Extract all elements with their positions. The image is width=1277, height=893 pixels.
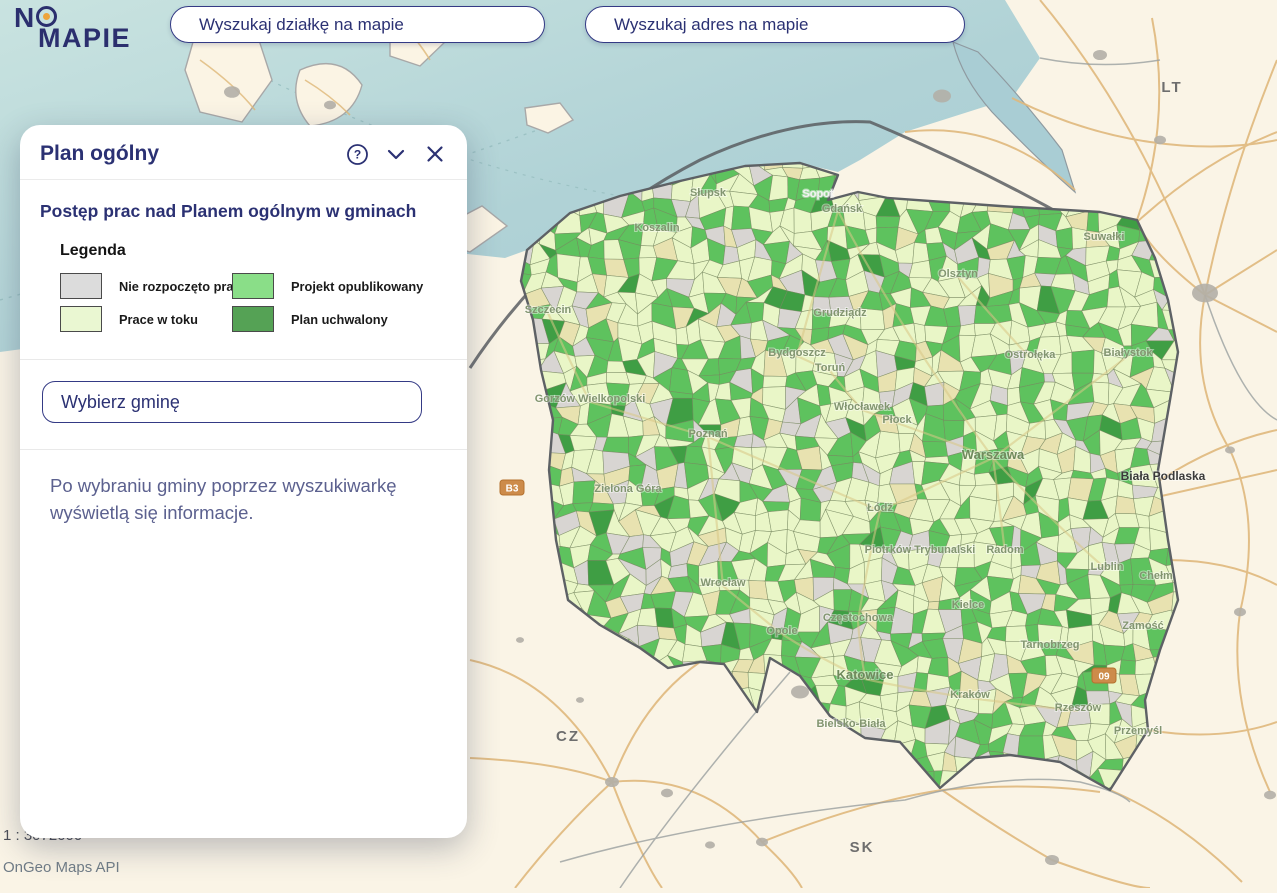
map-attribution[interactable]: OnGeo Maps API (3, 859, 120, 876)
legend-title: Legenda (60, 242, 447, 260)
legend-swatch (232, 273, 274, 299)
legend-swatch (232, 306, 274, 332)
city-label: Lublin (1091, 561, 1124, 573)
section-title: Postęp prac nad Planem ogólnym w gminach (40, 201, 447, 222)
city-label: Kielce (952, 599, 984, 611)
logo-letter: N (14, 4, 35, 32)
city-label: Zamość (1122, 620, 1164, 632)
panel-title: Plan ogólny (40, 142, 345, 166)
city-label: Szczecin (525, 304, 572, 316)
city-label: Opole (766, 625, 797, 637)
city-label: Piotrków Trybunalski (865, 544, 976, 556)
city-label: Olsztyn (938, 268, 978, 280)
city-label: Zielona Góra (594, 483, 662, 495)
chevron-down-icon[interactable] (384, 142, 408, 166)
city-label: Toruń (815, 362, 846, 374)
divider (20, 449, 467, 450)
city-label: Sopot (802, 188, 833, 200)
city-label: Wrocław (700, 577, 745, 589)
svg-text:B3: B3 (506, 484, 519, 495)
select-gmina-button[interactable]: Wybierz gminę (42, 381, 422, 423)
search-address-button[interactable]: Wyszukaj adres na mapie (585, 6, 965, 43)
city-label: Rzeszów (1055, 702, 1102, 714)
svg-text:?: ? (353, 147, 360, 161)
city-label: Bielsko-Biała (816, 718, 886, 730)
panel-info-text: Po wybraniu gminy poprzez wyszukiwarkę w… (50, 473, 427, 527)
road-badge: 09 (1092, 668, 1116, 683)
legend-label: Plan uchwalony (291, 312, 388, 327)
city-label: Biała Podlaska (1121, 469, 1206, 483)
city-label: Łódź (867, 502, 893, 514)
legend-swatch (60, 306, 102, 332)
city-label: Radom (986, 544, 1024, 556)
city-label: Katowice (836, 667, 893, 682)
panel-header: Plan ogólny ? (20, 125, 467, 180)
city-label: Częstochowa (823, 612, 894, 624)
legend-swatch (60, 273, 102, 299)
legend-item: Plan uchwalony (232, 306, 447, 332)
city-label: Suwałki (1084, 231, 1125, 243)
road-badge: B3 (500, 480, 524, 495)
legend-label: Prace w toku (119, 312, 198, 327)
plan-ogolny-panel: Plan ogólny ? Postęp prac nad Planem ogó… (20, 125, 467, 838)
city-label: Poznań (688, 428, 727, 440)
help-icon[interactable]: ? (345, 142, 369, 166)
city-label: Gdańsk (822, 203, 863, 215)
legend-item: Prace w toku (60, 306, 232, 332)
legend: Legenda Nie rozpoczęto prac Projekt opubl… (60, 242, 447, 332)
divider (20, 359, 467, 360)
city-label: Grudziądz (813, 307, 867, 319)
logo-word: MAPIE (38, 25, 131, 52)
legend-item: Nie rozpoczęto prac (60, 273, 232, 299)
close-icon[interactable] (423, 142, 447, 166)
city-label: Tarnobrzeg (1020, 639, 1079, 651)
location-dot-icon (43, 13, 50, 20)
legend-label: Nie rozpoczęto prac (119, 279, 241, 294)
legend-item: Projekt opublikowany (232, 273, 447, 299)
city-label: Ostrołęka (1005, 349, 1057, 361)
city-label: Chełm (1139, 570, 1173, 582)
country-label: LT (1161, 79, 1182, 96)
country-label: CZ (556, 728, 580, 745)
city-label: Bydgoszcz (768, 347, 826, 359)
location-ring-icon (36, 6, 57, 27)
city-label: Kraków (950, 689, 990, 701)
svg-text:09: 09 (1098, 672, 1110, 683)
city-label: Warszawa (962, 447, 1025, 462)
city-label: Słupsk (690, 187, 727, 199)
country-label: SK (850, 839, 875, 856)
legend-label: Projekt opublikowany (291, 279, 423, 294)
app-logo[interactable]: N MAPIE (14, 4, 131, 52)
city-label: Koszalin (634, 222, 680, 234)
city-label: Gorzów Wielkopolski (535, 393, 646, 405)
city-label: Przemyśl (1114, 725, 1162, 737)
city-label: Płock (882, 414, 912, 426)
city-label: Włocławek (834, 401, 891, 413)
city-label: Białystok (1104, 347, 1154, 359)
search-parcel-button[interactable]: Wyszukaj działkę na mapie (170, 6, 545, 43)
